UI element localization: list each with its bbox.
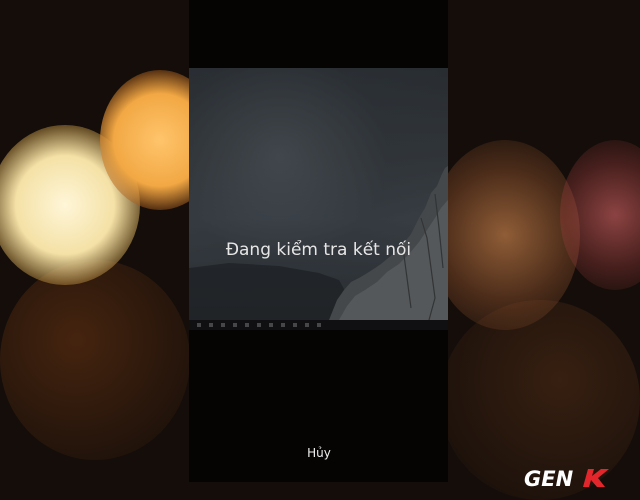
bokeh-light-warm-left bbox=[0, 260, 190, 460]
connection-status-text: Đang kiểm tra kết nối bbox=[225, 240, 412, 260]
bokeh-light-right-orange bbox=[430, 140, 580, 330]
cancel-button[interactable]: Hủy bbox=[288, 441, 350, 465]
svg-text:GEN: GEN bbox=[524, 467, 574, 491]
genk-watermark-logo: GEN bbox=[524, 467, 609, 491]
phone-screen: Đang kiểm tra kết nối Hủy bbox=[189, 0, 448, 482]
